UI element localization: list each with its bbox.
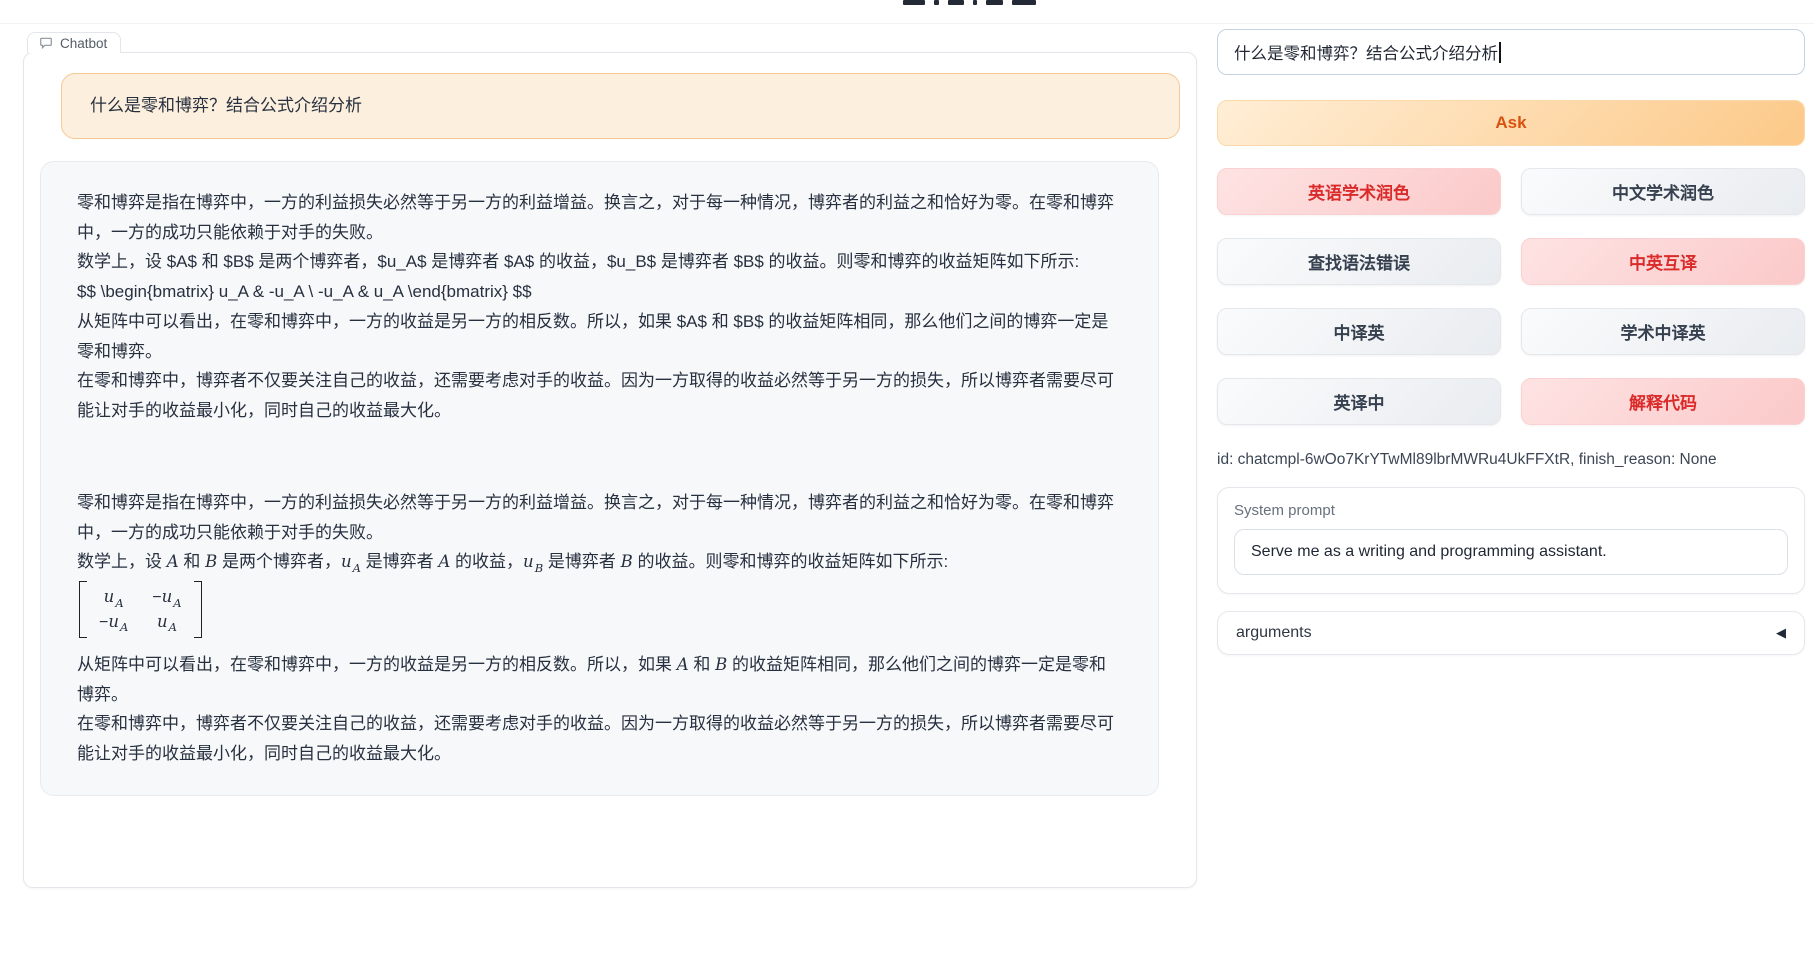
ask-button[interactable]: Ask xyxy=(1217,100,1805,146)
fn-button-english-academic-polish[interactable]: 英语学术润色 xyxy=(1217,168,1501,215)
fn-button-academic-zh-to-en[interactable]: 学术中译英 xyxy=(1521,308,1805,355)
fn-button-en-to-zh[interactable]: 英译中 xyxy=(1217,378,1501,425)
message-list: 什么是零和博弈？结合公式介绍分析 零和博弈是指在博弈中，一方的利益损失必然等于另… xyxy=(24,53,1196,816)
gradio-app: Chatbot 什么是零和博弈？结合公式介绍分析 零和博弈是指在博弈中，一方的利… xyxy=(0,0,1814,961)
clipped-page-title xyxy=(903,0,1036,6)
question-input[interactable]: 什么是零和博弈？结合公式介绍分析 xyxy=(1217,29,1805,75)
user-message-text: 什么是零和博弈？结合公式介绍分析 xyxy=(90,96,362,115)
chatbot-label-text: Chatbot xyxy=(60,36,107,51)
fn-button-find-grammar-errors[interactable]: 查找语法错误 xyxy=(1217,238,1501,285)
controls-column: 什么是零和博弈？结合公式介绍分析 Ask 英语学术润色中文学术润色查找语法错误中… xyxy=(1217,29,1805,888)
main-row: Chatbot 什么是零和博弈？结合公式介绍分析 零和博弈是指在博弈中，一方的利… xyxy=(23,52,1805,888)
status-line: id: chatcmpl-6wOo7KrYTwMl89lbrMWRu4UkFFX… xyxy=(1217,451,1805,469)
system-prompt-card: System prompt Serve me as a writing and … xyxy=(1217,487,1805,594)
system-prompt-value: Serve me as a writing and programming as… xyxy=(1251,543,1607,561)
chat-bubble-icon xyxy=(39,36,53,50)
bot-message-bubble: 零和博弈是指在博弈中，一方的利益损失必然等于另一方的利益增益。换言之，对于每一种… xyxy=(40,161,1159,796)
system-prompt-label: System prompt xyxy=(1234,502,1788,519)
fn-button-zh-to-en[interactable]: 中译英 xyxy=(1217,308,1501,355)
system-prompt-input[interactable]: Serve me as a writing and programming as… xyxy=(1234,529,1788,575)
function-button-grid: 英语学术润色中文学术润色查找语法错误中英互译中译英学术中译英英译中解释代码 xyxy=(1217,168,1805,425)
arguments-accordion-label: arguments xyxy=(1236,624,1312,642)
chatbot-panel: Chatbot 什么是零和博弈？结合公式介绍分析 零和博弈是指在博弈中，一方的利… xyxy=(23,52,1197,888)
fn-button-explain-code[interactable]: 解释代码 xyxy=(1521,378,1805,425)
user-message-bubble: 什么是零和博弈？结合公式介绍分析 xyxy=(61,73,1180,139)
bot-message-raw-text: 零和博弈是指在博弈中，一方的利益损失必然等于另一方的利益增益。换言之，对于每一种… xyxy=(77,188,1122,426)
bot-message-rendered-text: 零和博弈是指在博弈中，一方的利益损失必然等于另一方的利益增益。换言之，对于每一种… xyxy=(77,488,1122,769)
fn-button-zh-en-mutual-translate[interactable]: 中英互译 xyxy=(1521,238,1805,285)
payoff-matrix: uA−uA−uAuA xyxy=(79,581,202,638)
question-input-value: 什么是零和博弈？结合公式介绍分析 xyxy=(1234,40,1498,64)
chatbot-label: Chatbot xyxy=(27,32,121,53)
header-divider xyxy=(0,23,1814,24)
accordion-collapsed-icon: ◀ xyxy=(1776,625,1786,641)
fn-button-chinese-academic-polish[interactable]: 中文学术润色 xyxy=(1521,168,1805,215)
arguments-accordion[interactable]: arguments ◀ xyxy=(1217,611,1805,655)
text-cursor xyxy=(1499,42,1501,63)
